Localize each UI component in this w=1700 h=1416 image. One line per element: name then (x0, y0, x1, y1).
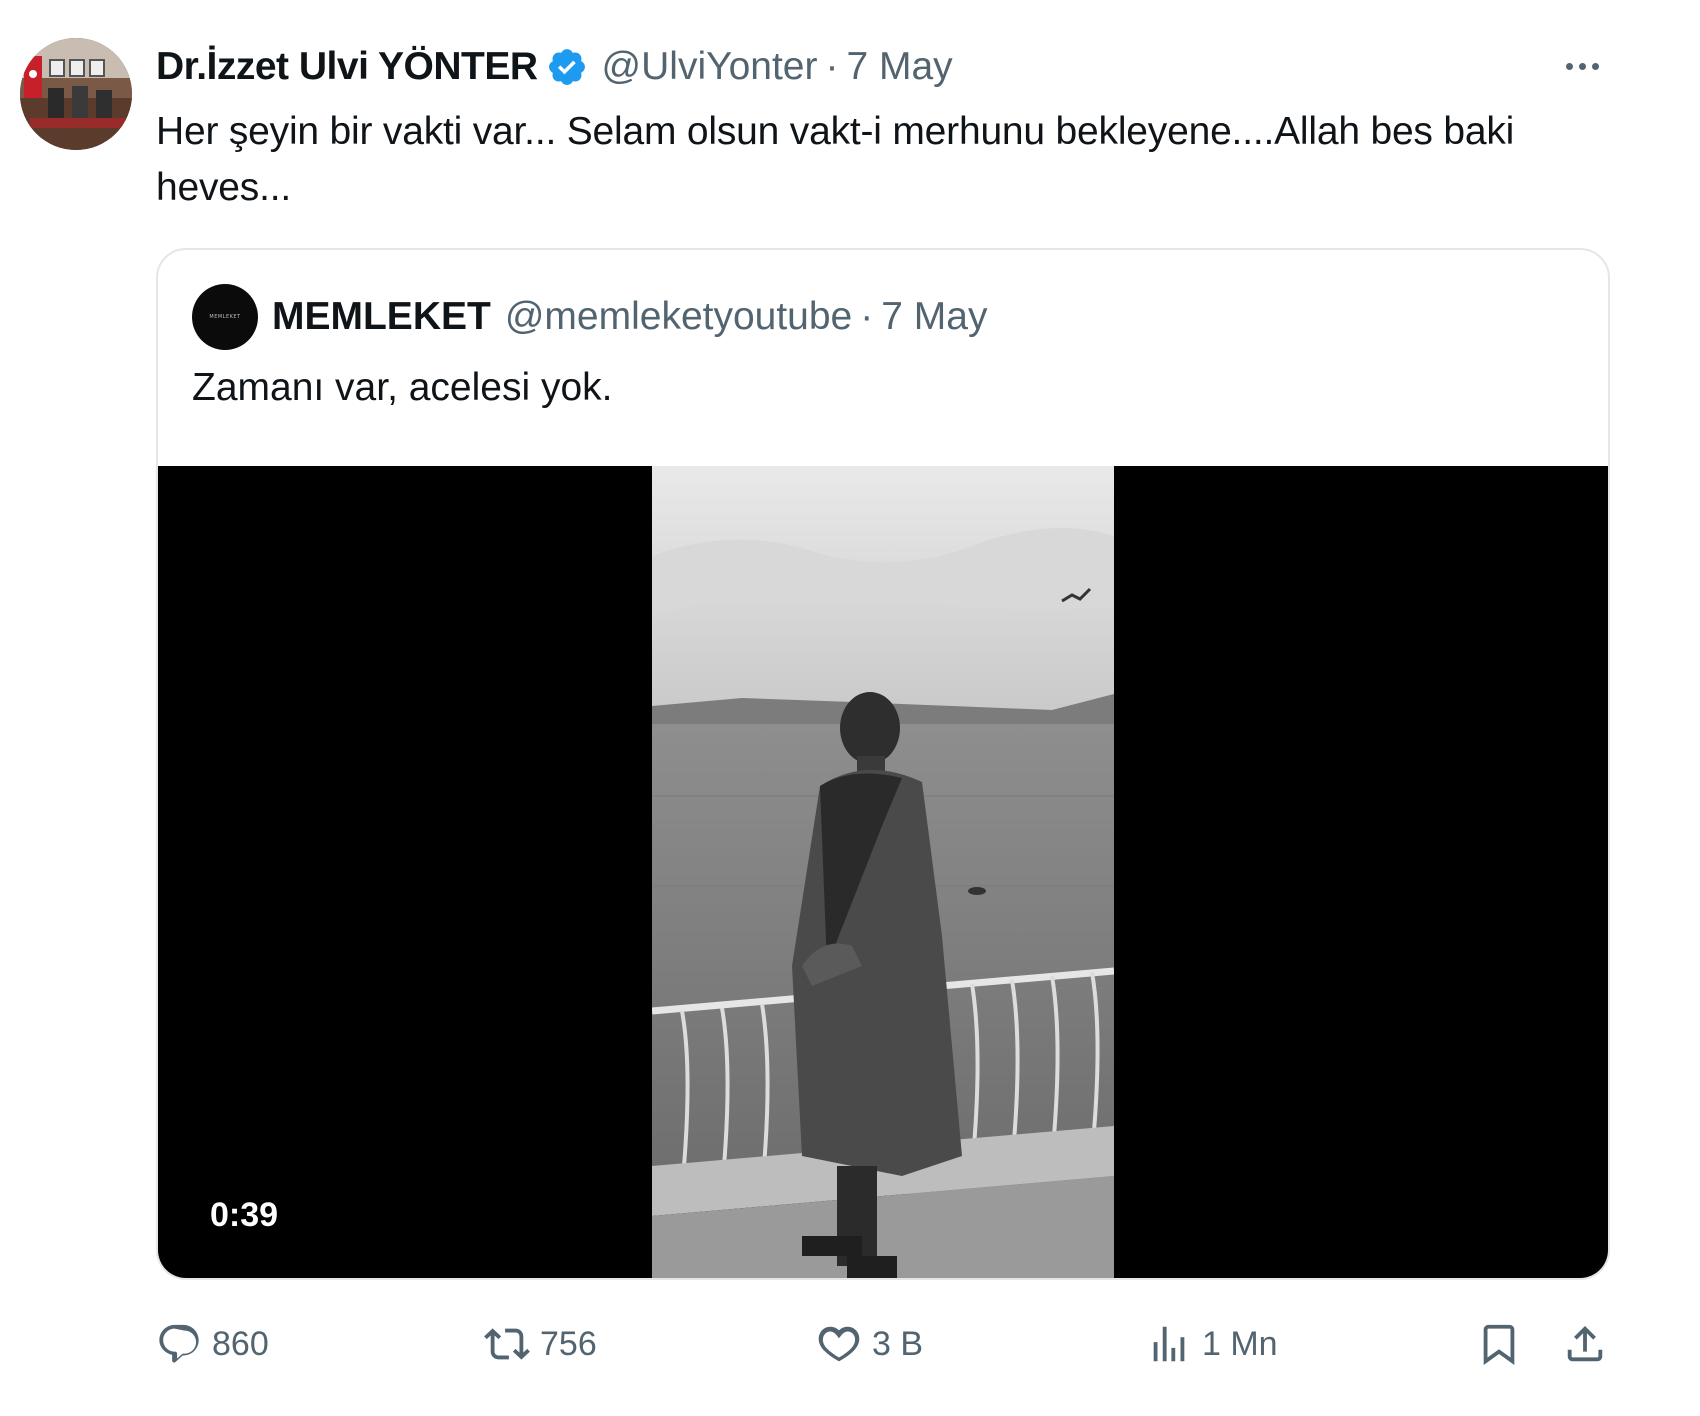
quote-avatar[interactable]: MEMLEKET (192, 284, 258, 350)
author-name[interactable]: Dr.İzzet Ulvi YÖNTER (156, 45, 538, 89)
views-icon (1153, 1326, 1185, 1362)
tweet-text: Her şeyin bir vakti var... Selam olsun v… (156, 110, 1515, 209)
heart-icon (818, 1326, 860, 1362)
views-button[interactable]: 1 Mn (1146, 1314, 1278, 1374)
header-separator: · (825, 45, 839, 88)
like-count: 3 B (872, 1324, 924, 1363)
more-dot (1578, 62, 1586, 70)
bookmark-icon (1483, 1324, 1515, 1365)
quoted-tweet[interactable]: MEMLEKET MEMLEKET @memleketyoutube · 7 M… (156, 248, 1610, 1280)
more-dot (1565, 62, 1573, 70)
like-button[interactable]: 3 B (816, 1314, 923, 1374)
quote-avatar-text: MEMLEKET (209, 314, 241, 320)
verified-badge-icon (548, 49, 585, 85)
retweet-icon (484, 1328, 530, 1360)
video-thumbnail (652, 466, 1114, 1278)
video-duration: 0:39 (210, 1196, 279, 1234)
quote-text: Zamanı var, acelesi yok. (192, 366, 613, 409)
quote-author-name[interactable]: MEMLEKET (272, 295, 491, 339)
retweet-count: 756 (540, 1324, 597, 1363)
share-button[interactable] (1562, 1314, 1608, 1374)
views-count: 1 Mn (1202, 1324, 1278, 1363)
video-player[interactable]: 0:39 (158, 466, 1608, 1278)
quote-author-handle[interactable]: @memleketyoutube (505, 295, 852, 339)
tweet: Dr.İzzet Ulvi YÖNTER @UlviYonter · 7 May… (0, 0, 1700, 1416)
tweet-header: Dr.İzzet Ulvi YÖNTER @UlviYonter · 7 May (156, 42, 953, 92)
reply-count: 860 (212, 1324, 269, 1363)
retweet-button[interactable]: 756 (484, 1314, 597, 1374)
tweet-date[interactable]: 7 May (846, 45, 952, 89)
reply-icon (159, 1324, 199, 1363)
more-dot (1591, 62, 1599, 70)
share-icon (1567, 1325, 1603, 1362)
quote-separator: · (860, 295, 874, 338)
reply-button[interactable]: 860 (156, 1314, 269, 1374)
author-avatar[interactable] (20, 38, 132, 150)
bookmark-button[interactable] (1476, 1314, 1522, 1374)
action-bar: 860 756 3 B 1 Mn (156, 1314, 1610, 1374)
more-icon[interactable] (1550, 48, 1614, 84)
author-handle[interactable]: @UlviYonter (602, 45, 818, 89)
quote-date[interactable]: 7 May (881, 295, 987, 339)
quote-header: MEMLEKET MEMLEKET @memleketyoutube · 7 M… (192, 284, 987, 350)
